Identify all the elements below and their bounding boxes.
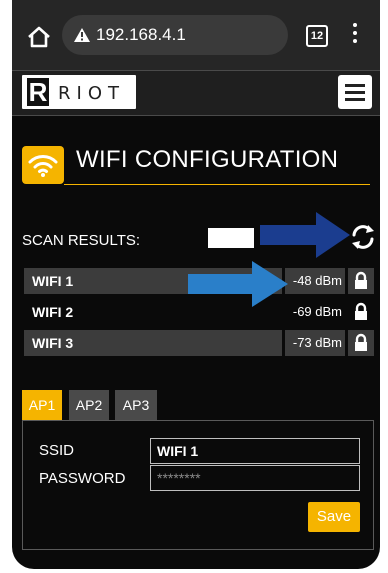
network-signal: -48 dBm	[285, 268, 345, 294]
tab-ap1[interactable]: AP1	[22, 390, 62, 420]
save-button[interactable]: Save	[308, 502, 360, 532]
tab-ap2[interactable]: AP2	[69, 390, 109, 420]
browser-toolbar: 192.168.4.1 12	[12, 0, 380, 70]
riot-logo[interactable]: R RIOT	[22, 75, 136, 109]
site-header: R RIOT	[12, 70, 380, 116]
network-row-wifi-3[interactable]: WIFI 3 -73 dBm	[24, 330, 374, 356]
wifi-icon	[22, 146, 64, 184]
password-field[interactable]	[150, 465, 360, 491]
scan-status-box	[208, 228, 254, 248]
title-underline	[64, 184, 370, 185]
tab-ap3[interactable]: AP3	[115, 390, 157, 420]
home-icon[interactable]	[26, 24, 52, 50]
phone-screen: 192.168.4.1 12 R RIOT WIFI CONFIGURATION…	[12, 0, 380, 569]
lock-icon	[348, 299, 374, 325]
url-text[interactable]: 192.168.4.1	[96, 25, 186, 45]
network-signal: -69 dBm	[292, 304, 342, 319]
logo-letter: R	[27, 77, 49, 107]
network-signal: -73 dBm	[285, 330, 345, 356]
hamburger-icon[interactable]	[338, 75, 372, 109]
refresh-icon[interactable]	[348, 222, 378, 252]
page-title: WIFI CONFIGURATION	[76, 146, 339, 173]
lock-icon	[348, 330, 374, 356]
warning-icon[interactable]	[73, 27, 91, 43]
ssid-label: SSID	[39, 442, 75, 459]
lock-icon	[348, 268, 374, 294]
network-ssid: WIFI 3	[24, 330, 282, 356]
tab-switcher-button[interactable]: 12	[306, 25, 328, 47]
scan-results-label: SCAN RESULTS:	[22, 232, 141, 249]
password-label: PASSWORD	[39, 470, 126, 487]
arrow-right-icon	[188, 261, 288, 307]
ssid-field[interactable]	[150, 438, 360, 464]
logo-text: RIOT	[58, 83, 125, 104]
arrow-right-icon	[260, 212, 350, 258]
kebab-menu-icon[interactable]	[352, 23, 358, 47]
